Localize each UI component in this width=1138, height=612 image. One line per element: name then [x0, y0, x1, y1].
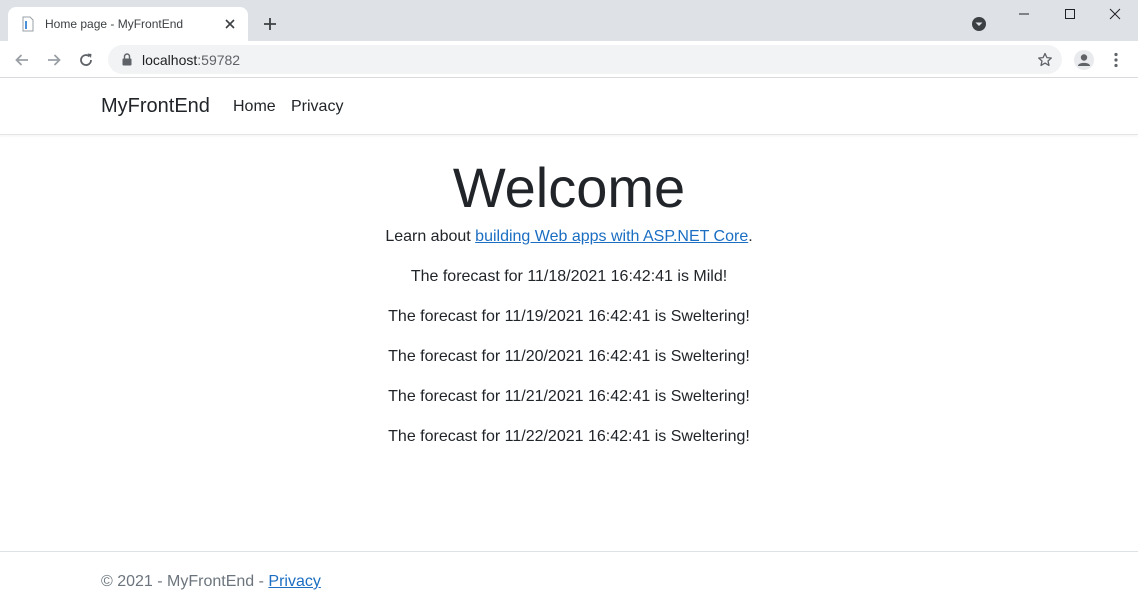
profile-icon[interactable] — [1072, 48, 1096, 72]
forecast-item: The forecast for 11/18/2021 16:42:41 is … — [410, 268, 728, 285]
arrow-right-icon[interactable] — [42, 48, 66, 72]
browser-toolbar: localhost:59782 — [0, 41, 1138, 78]
footer-privacy-link[interactable]: Privacy — [268, 573, 320, 590]
forecast-item: The forecast for 11/22/2021 16:42:41 is … — [388, 428, 750, 445]
page-icon — [20, 16, 36, 32]
maximize-icon[interactable] — [1047, 0, 1093, 28]
forecast-item: The forecast for 11/19/2021 16:42:41 is … — [388, 308, 750, 325]
site-footer: © 2021 - MyFrontEnd - Privacy — [0, 551, 1138, 612]
docs-link[interactable]: building Web apps with ASP.NET Core — [475, 228, 748, 245]
close-icon[interactable] — [222, 16, 238, 32]
forecast-item: The forecast for 11/20/2021 16:42:41 is … — [388, 348, 750, 365]
site-navbar: MyFrontEnd Home Privacy — [0, 78, 1138, 135]
arrow-left-icon[interactable] — [10, 48, 34, 72]
footer-copyright: © 2021 - MyFrontEnd - — [101, 573, 269, 590]
page-title: Welcome — [452, 156, 686, 219]
url-text: localhost:59782 — [142, 52, 240, 68]
plus-icon[interactable] — [259, 13, 281, 35]
footer-text: © 2021 - MyFrontEnd - Privacy — [101, 573, 321, 591]
lead-text: Learn about building Web apps with ASP.N… — [0, 225, 1138, 249]
reload-icon[interactable] — [74, 48, 98, 72]
star-icon[interactable] — [1036, 51, 1054, 69]
site-brand-link[interactable]: MyFrontEnd — [101, 95, 210, 118]
main-content: Welcome Learn about building Web apps wi… — [0, 135, 1138, 449]
lead-prefix: Learn about — [385, 228, 476, 245]
window-close-icon[interactable] — [1092, 0, 1138, 28]
url-port: :59782 — [197, 51, 241, 68]
tab-search-icon[interactable] — [969, 14, 989, 34]
nav-link-privacy[interactable]: Privacy — [291, 98, 343, 116]
nav-link-home[interactable]: Home — [233, 98, 276, 116]
minimize-icon[interactable] — [1001, 0, 1047, 28]
lock-icon[interactable] — [120, 53, 134, 67]
browser-tab-active[interactable]: Home page - MyFrontEnd — [8, 7, 248, 41]
forecast-item: The forecast for 11/21/2021 16:42:41 is … — [388, 388, 750, 405]
tab-title: Home page - MyFrontEnd — [45, 17, 184, 31]
url-host: localhost — [142, 51, 198, 68]
browser-tabstrip: Home page - MyFrontEnd — [0, 0, 1138, 41]
address-bar[interactable]: localhost:59782 — [108, 45, 1062, 74]
kebab-menu-icon[interactable] — [1106, 48, 1126, 72]
lead-suffix: . — [748, 228, 753, 245]
